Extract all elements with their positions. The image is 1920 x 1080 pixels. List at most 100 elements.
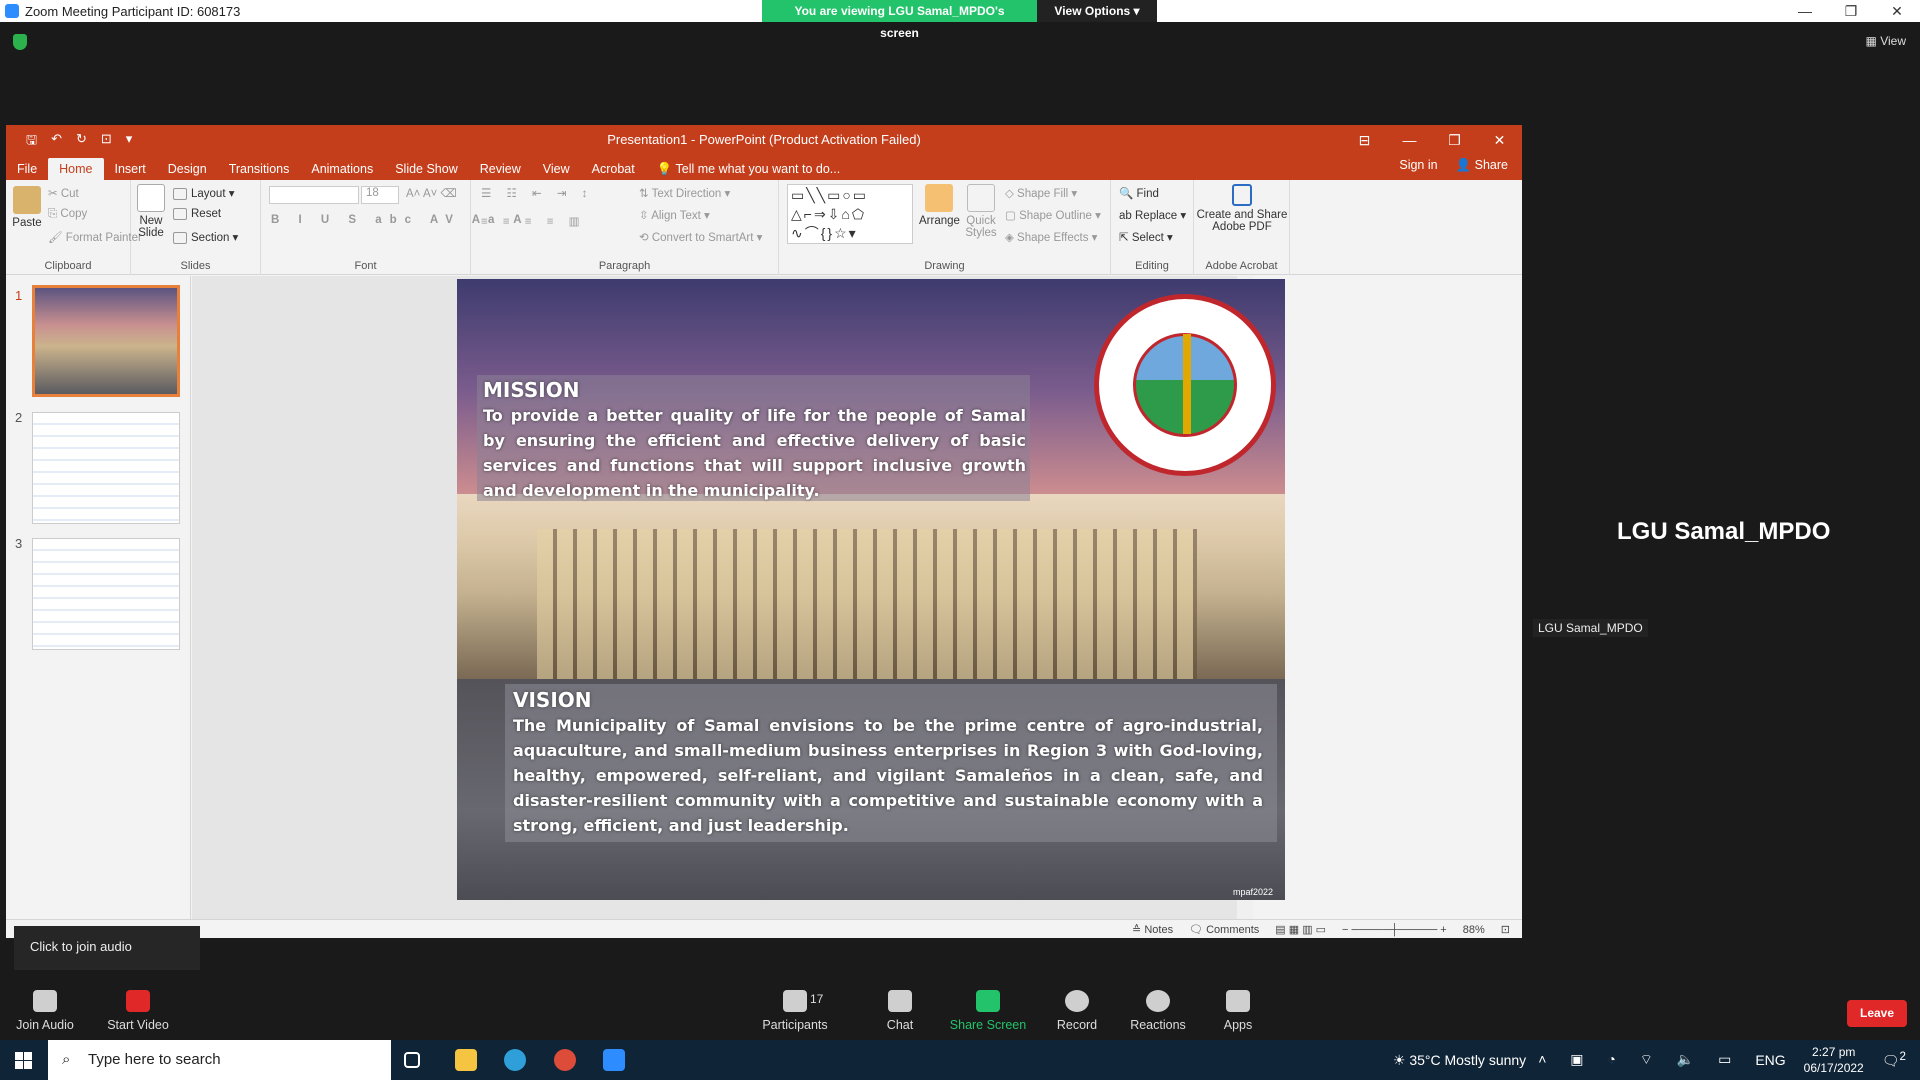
ppt-minimize-button[interactable]: — xyxy=(1387,125,1432,155)
participants-button[interactable]: Participants xyxy=(750,976,840,1032)
replace-button[interactable]: ab Replace ▾ xyxy=(1119,208,1186,222)
taskbar-search-box[interactable]: ⌕ Type here to search xyxy=(48,1040,391,1080)
paste-button[interactable]: Paste xyxy=(10,186,44,229)
reactions-button[interactable]: Reactions xyxy=(1113,976,1203,1032)
tab-insert[interactable]: Insert xyxy=(104,158,157,180)
ppt-close-button[interactable]: ✕ xyxy=(1477,125,1522,155)
ppt-restore-button[interactable]: ❐ xyxy=(1432,125,1477,155)
tab-home[interactable]: Home xyxy=(48,158,104,180)
language-indicator[interactable]: ENG xyxy=(1755,1052,1785,1068)
join-audio-button[interactable]: Join Audio xyxy=(0,976,90,1032)
select-button[interactable]: ⇱ Select ▾ xyxy=(1119,230,1173,244)
leave-button[interactable]: Leave xyxy=(1847,1000,1907,1027)
join-audio-tooltip[interactable]: Click to join audio xyxy=(14,926,200,970)
font-group: 18 A˄ A˅ ⌫ B I U S abc AV Aa A Font xyxy=(261,180,522,275)
sign-in-link[interactable]: Sign in xyxy=(1399,158,1437,173)
tab-slide-show[interactable]: Slide Show xyxy=(384,158,469,180)
section-button[interactable]: Section ▾ xyxy=(173,230,238,244)
mission-text: To provide a better quality of life for … xyxy=(483,406,1026,500)
start-video-button[interactable]: Start Video xyxy=(93,976,183,1032)
shapes-gallery[interactable]: ▭╲╲▭○▭ △⌐⇒⇩⌂⬠ ∿⌒{}☆▾ xyxy=(787,184,913,244)
view-options-button[interactable]: View Options ▾ xyxy=(1037,0,1157,22)
tab-view[interactable]: View xyxy=(532,158,581,180)
grow-shrink-font-icons[interactable]: A˄ A˅ ⌫ xyxy=(406,186,457,200)
shape-outline-button[interactable]: ▢ Shape Outline ▾ xyxy=(1005,208,1101,222)
chat-button[interactable]: Chat xyxy=(855,976,945,1032)
file-explorer-icon[interactable] xyxy=(455,1049,477,1071)
ribbon: Paste ✂ Cut ⎘ Copy 🖌 Format Painter Clip… xyxy=(6,180,1522,275)
align-text-button[interactable]: ⇳ Align Text ▾ xyxy=(639,208,710,222)
arrange-icon xyxy=(925,184,953,212)
tray-icons[interactable]: ˄ ▣ ◔ ⌔ 🔈 ▭ xyxy=(1538,1051,1741,1069)
share-button[interactable]: 👤 Share xyxy=(1456,158,1508,173)
maximize-button[interactable]: ❐ xyxy=(1828,0,1874,22)
slide-thumbnail-1[interactable] xyxy=(32,285,180,397)
video-off-icon xyxy=(126,990,150,1012)
slide-thumbnail-3[interactable] xyxy=(32,538,180,650)
zoom-slider[interactable]: − ─────┼───── + xyxy=(1342,924,1447,936)
text-direction-button[interactable]: ⇅ Text Direction ▾ xyxy=(639,186,730,200)
paragraph-group: ☰ ☷ ⇤ ⇥ ↕ ⇅ Text Direction ▾ ⇳ Align Tex… xyxy=(471,180,779,275)
tab-acrobat[interactable]: Acrobat xyxy=(581,158,646,180)
notifications-icon[interactable]: 🗨2 xyxy=(1882,1050,1906,1070)
slide-thumbnails-panel[interactable]: 1 2 3 xyxy=(6,276,191,919)
shape-effects-button[interactable]: ◈ Shape Effects ▾ xyxy=(1005,230,1097,244)
tab-transitions[interactable]: Transitions xyxy=(218,158,301,180)
start-button[interactable] xyxy=(0,1040,46,1080)
zoom-level[interactable]: 88% xyxy=(1463,924,1485,936)
quick-styles-button[interactable]: Quick Styles xyxy=(961,184,1001,239)
view-mode-icons[interactable]: ▤ ▦ ▥ ▭ xyxy=(1275,923,1326,936)
convert-smartart-button[interactable]: ⟲ Convert to SmartArt ▾ xyxy=(639,230,762,244)
building-facade xyxy=(537,529,1197,679)
vision-text: The Municipality of Samal envisions to b… xyxy=(513,716,1263,835)
format-painter-button[interactable]: 🖌 Format Painter xyxy=(48,230,142,244)
notes-button[interactable]: ≙ Notes xyxy=(1132,923,1173,936)
minimize-button[interactable]: — xyxy=(1782,0,1828,22)
arrange-button[interactable]: Arrange xyxy=(919,184,960,227)
font-name-box[interactable] xyxy=(269,186,359,204)
shape-fill-button[interactable]: ◇ Shape Fill ▾ xyxy=(1005,186,1077,200)
municipal-seal-logo xyxy=(1094,294,1276,476)
tab-animations[interactable]: Animations xyxy=(300,158,384,180)
layout-button[interactable]: Layout ▾ xyxy=(173,186,235,200)
slides-label: Slides xyxy=(180,260,211,272)
zoom-meeting-toolbar: Join Audio Start Video Participants 17 C… xyxy=(0,976,1920,1040)
ppt-window-title: Presentation1 - PowerPoint (Product Acti… xyxy=(607,132,921,147)
alignment-icons[interactable]: ≡ ≡ ≡ ≡ ▥ xyxy=(481,214,586,228)
weather-widget[interactable]: ☀ 35°C Mostly sunny xyxy=(1393,1052,1526,1069)
fit-slide-icon[interactable]: ⊡ xyxy=(1501,923,1510,936)
font-size-box[interactable]: 18 xyxy=(361,186,399,204)
edge-icon[interactable] xyxy=(504,1049,526,1071)
font-label: Font xyxy=(354,260,377,272)
windows-taskbar: ⌕ Type here to search ☀ 35°C Mostly sunn… xyxy=(0,1040,1920,1080)
share-screen-button[interactable]: Share Screen xyxy=(943,976,1033,1032)
reactions-icon xyxy=(1146,990,1170,1012)
cut-button[interactable]: ✂ Cut xyxy=(48,186,79,200)
adobe-acrobat-label: Adobe Acrobat xyxy=(1205,260,1278,272)
tab-review[interactable]: Review xyxy=(469,158,532,180)
encryption-shield-icon[interactable] xyxy=(13,34,27,50)
tab-design[interactable]: Design xyxy=(157,158,218,180)
taskbar-clock[interactable]: 2:27 pm 06/17/2022 xyxy=(1804,1044,1864,1076)
create-share-pdf-button[interactable]: Create and Share Adobe PDF xyxy=(1194,184,1290,233)
tab-file[interactable]: File xyxy=(6,158,48,180)
tell-me-box[interactable]: 💡 Tell me what you want to do... xyxy=(646,158,851,180)
comments-button[interactable]: 🗨 Comments xyxy=(1189,923,1259,936)
view-button[interactable]: ▦ View xyxy=(1866,34,1906,48)
record-button[interactable]: Record xyxy=(1032,976,1122,1032)
close-button[interactable]: ✕ xyxy=(1874,0,1920,22)
slide-1-canvas[interactable]: MISSION To provide a better quality of l… xyxy=(457,279,1285,900)
apps-button[interactable]: Apps xyxy=(1193,976,1283,1032)
copy-button[interactable]: ⎘ Copy xyxy=(48,208,87,221)
ribbon-display-options-icon[interactable]: ⊟ xyxy=(1342,125,1387,155)
chrome-icon[interactable] xyxy=(554,1049,576,1071)
ppt-status-bar: ≙ Notes 🗨 Comments ▤ ▦ ▥ ▭ − ─────┼─────… xyxy=(6,919,1522,938)
reset-button[interactable]: Reset xyxy=(173,208,221,220)
new-slide-button[interactable]: New Slide xyxy=(135,184,167,239)
find-button[interactable]: 🔍 Find xyxy=(1119,186,1159,200)
zoom-taskbar-icon[interactable] xyxy=(603,1049,625,1071)
photo-credit: mpaf2022 xyxy=(1232,887,1273,897)
list-indent-icons[interactable]: ☰ ☷ ⇤ ⇥ ↕ xyxy=(481,186,593,200)
task-view-icon[interactable] xyxy=(404,1052,420,1068)
slide-thumbnail-2[interactable] xyxy=(32,412,180,524)
